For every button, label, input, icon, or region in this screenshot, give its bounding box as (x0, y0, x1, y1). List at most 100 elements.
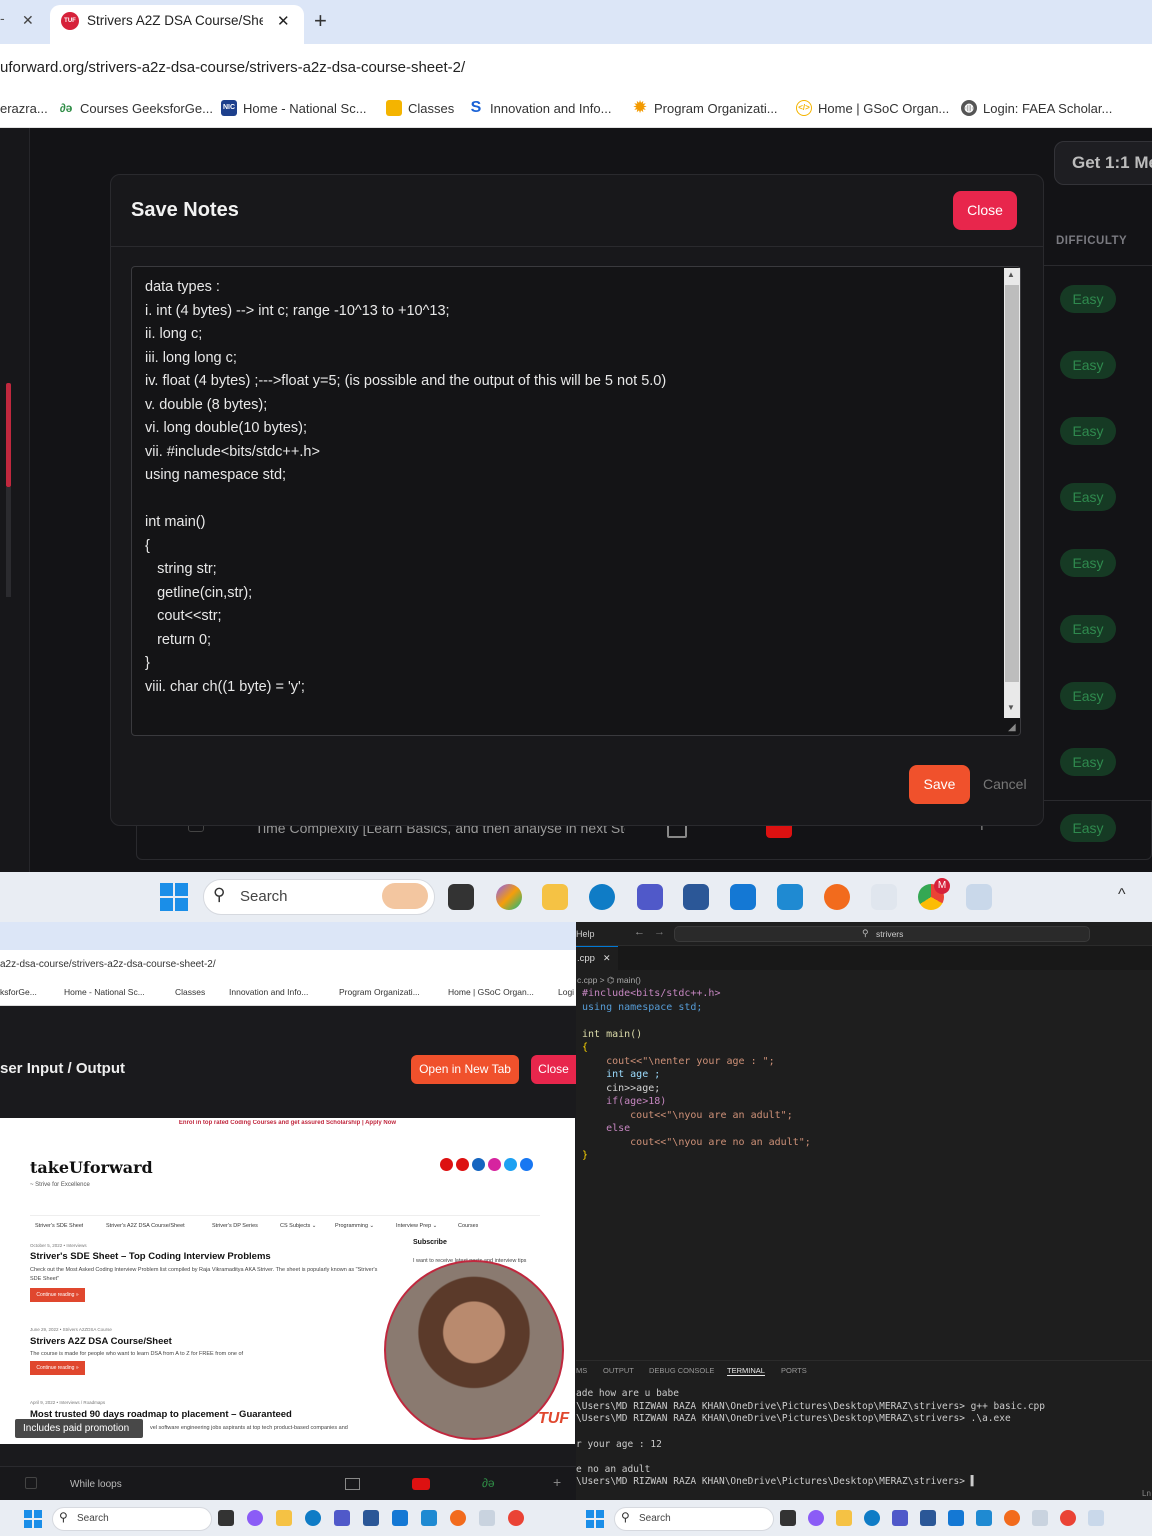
bookmark-classes[interactable]: Classes (386, 97, 454, 119)
taskbar-search[interactable] (52, 1507, 212, 1531)
python-icon[interactable] (1032, 1510, 1048, 1526)
bookmark-nsc[interactable]: NIC Home - National Sc... (221, 97, 367, 119)
add-note-icon[interactable]: + (553, 1474, 561, 1490)
continue-reading-button[interactable]: Continue reading » (30, 1288, 85, 1302)
vscode-icon[interactable] (976, 1510, 992, 1526)
io-close-button[interactable]: Close (531, 1055, 576, 1084)
scroll-up-icon[interactable]: ▲ (1007, 270, 1015, 279)
continue-reading-button[interactable]: Continue reading » (30, 1361, 85, 1375)
bookmark-gsoc[interactable]: </> Home | GSoC Organ... (796, 97, 949, 119)
chrome-icon[interactable] (508, 1510, 524, 1526)
file-explorer-icon[interactable] (836, 1510, 852, 1526)
panel-tab[interactable]: MS (576, 1366, 587, 1375)
firefox-icon[interactable] (450, 1510, 466, 1526)
youtube-icon[interactable] (412, 1478, 430, 1490)
close-button[interactable]: Close (953, 191, 1017, 230)
editor-breadcrumb[interactable]: c.cpp > ⌬ main() (577, 975, 641, 986)
menu-help[interactable]: Help (576, 929, 595, 939)
cancel-button[interactable]: Cancel (983, 776, 1027, 792)
gfg-icon[interactable]: ∂ə (482, 1476, 495, 1490)
task-view-icon[interactable] (448, 884, 474, 910)
file-explorer-icon[interactable] (542, 884, 568, 910)
app-icon[interactable] (730, 884, 756, 910)
store-icon[interactable] (920, 1510, 936, 1526)
copilot-icon[interactable] (247, 1510, 263, 1526)
site-nav-item[interactable]: Interview Prep ⌄ (396, 1223, 437, 1229)
app-icon[interactable] (392, 1510, 408, 1526)
teams-icon[interactable] (334, 1510, 350, 1526)
row-checkbox[interactable] (25, 1477, 37, 1489)
python-icon[interactable] (479, 1510, 495, 1526)
bl-bookmark[interactable]: Program Organizati... (339, 987, 420, 997)
vscode-icon[interactable] (421, 1510, 437, 1526)
url-text[interactable]: uforward.org/strivers-a2z-dsa-course/str… (0, 59, 900, 76)
vscode-icon[interactable] (777, 884, 803, 910)
store-icon[interactable] (683, 884, 709, 910)
app-icon[interactable] (948, 1510, 964, 1526)
edge-icon[interactable] (864, 1510, 880, 1526)
site-nav-item[interactable]: Striver's SDE Sheet (35, 1223, 83, 1229)
scroll-down-icon[interactable]: ▼ (1007, 703, 1015, 712)
chevron-up-icon[interactable]: ^ (1118, 886, 1126, 904)
editor-tab-close-icon[interactable]: ✕ (603, 953, 611, 964)
nav-forward-icon[interactable]: → (654, 926, 665, 938)
post-title[interactable]: Striver's SDE Sheet – Top Coding Intervi… (30, 1251, 390, 1262)
windows-start-icon[interactable] (24, 1510, 42, 1528)
nav-back-icon[interactable]: ← (634, 926, 645, 938)
snipping-tool-icon[interactable] (1088, 1510, 1104, 1526)
resize-handle-icon[interactable]: ◢ (1008, 722, 1016, 733)
firefox-icon[interactable] (1004, 1510, 1020, 1526)
tab-close-icon[interactable]: ✕ (277, 12, 290, 30)
site-nav-item[interactable]: Programming ⌄ (335, 1223, 374, 1229)
open-new-tab-button[interactable]: Open in New Tab (411, 1055, 519, 1084)
task-view-icon[interactable] (218, 1510, 234, 1526)
post-title[interactable]: Strivers A2Z DSA Course/Sheet (30, 1336, 370, 1347)
notes-textarea[interactable] (131, 266, 1021, 736)
terminal-prompt[interactable]: \Users\MD RIZWAN RAZA KHAN\OneDrive\Pict… (576, 1476, 976, 1489)
file-explorer-icon[interactable] (276, 1510, 292, 1526)
snipping-tool-icon[interactable] (966, 884, 992, 910)
edge-icon[interactable] (305, 1510, 321, 1526)
bl-url-text[interactable]: a2z-dsa-course/strivers-a2z-dsa-course-s… (0, 959, 560, 970)
facebook-icon[interactable] (520, 1158, 533, 1171)
linkedin-icon[interactable] (472, 1158, 485, 1171)
site-nav-item[interactable]: CS Subjects ⌄ (280, 1223, 316, 1229)
teams-icon[interactable] (637, 884, 663, 910)
teams-icon[interactable] (892, 1510, 908, 1526)
site-nav-item[interactable]: Striver's DP Series (212, 1223, 258, 1229)
site-nav-item[interactable]: Courses (458, 1223, 478, 1229)
bl-bookmark[interactable]: Home | GSoC Organ... (448, 987, 534, 997)
article-icon[interactable] (345, 1478, 360, 1490)
site-nav-item[interactable]: Striver's A2Z DSA Course/Sheet (106, 1223, 185, 1229)
copilot-icon[interactable] (808, 1510, 824, 1526)
firefox-icon[interactable] (824, 884, 850, 910)
save-button[interactable]: Save (909, 765, 970, 804)
youtube-icon[interactable] (440, 1158, 453, 1171)
python-icon[interactable] (871, 884, 897, 910)
edge-icon[interactable] (589, 884, 615, 910)
panel-tab[interactable]: OUTPUT (603, 1366, 634, 1375)
scrollbar-thumb[interactable] (1005, 285, 1019, 682)
prev-tab-close-icon[interactable]: ✕ (22, 12, 34, 29)
bookmark-program[interactable]: ✹ Program Organizati... (632, 97, 778, 119)
new-tab-icon[interactable]: + (314, 8, 327, 34)
panel-tab[interactable]: PORTS (781, 1366, 807, 1375)
windows-start-icon[interactable] (586, 1510, 604, 1528)
copilot-icon[interactable] (496, 884, 522, 910)
bookmark-gfg[interactable]: ∂ə Courses GeeksforGe... (58, 97, 213, 119)
chrome-icon[interactable] (1060, 1510, 1076, 1526)
bookmark-0[interactable]: erazra... (0, 97, 48, 119)
panel-tab-terminal[interactable]: TERMINAL (727, 1366, 765, 1376)
windows-start-icon[interactable] (160, 883, 188, 911)
telegram-icon[interactable] (456, 1158, 469, 1171)
bookmark-faea[interactable]: ◍ Login: FAEA Scholar... (961, 97, 1112, 119)
bl-bookmark[interactable]: Innovation and Info... (229, 987, 308, 997)
instagram-icon[interactable] (488, 1158, 501, 1171)
bookmark-innovation[interactable]: S Innovation and Info... (468, 97, 612, 119)
panel-tab[interactable]: DEBUG CONSOLE (649, 1366, 714, 1375)
row-title[interactable]: While loops (70, 1479, 122, 1490)
twitter-icon[interactable] (504, 1158, 517, 1171)
bl-bookmark[interactable]: ksforGe... (0, 987, 37, 997)
taskbar-search[interactable] (614, 1507, 774, 1531)
bl-bookmark[interactable]: Home - National Sc... (64, 987, 145, 997)
